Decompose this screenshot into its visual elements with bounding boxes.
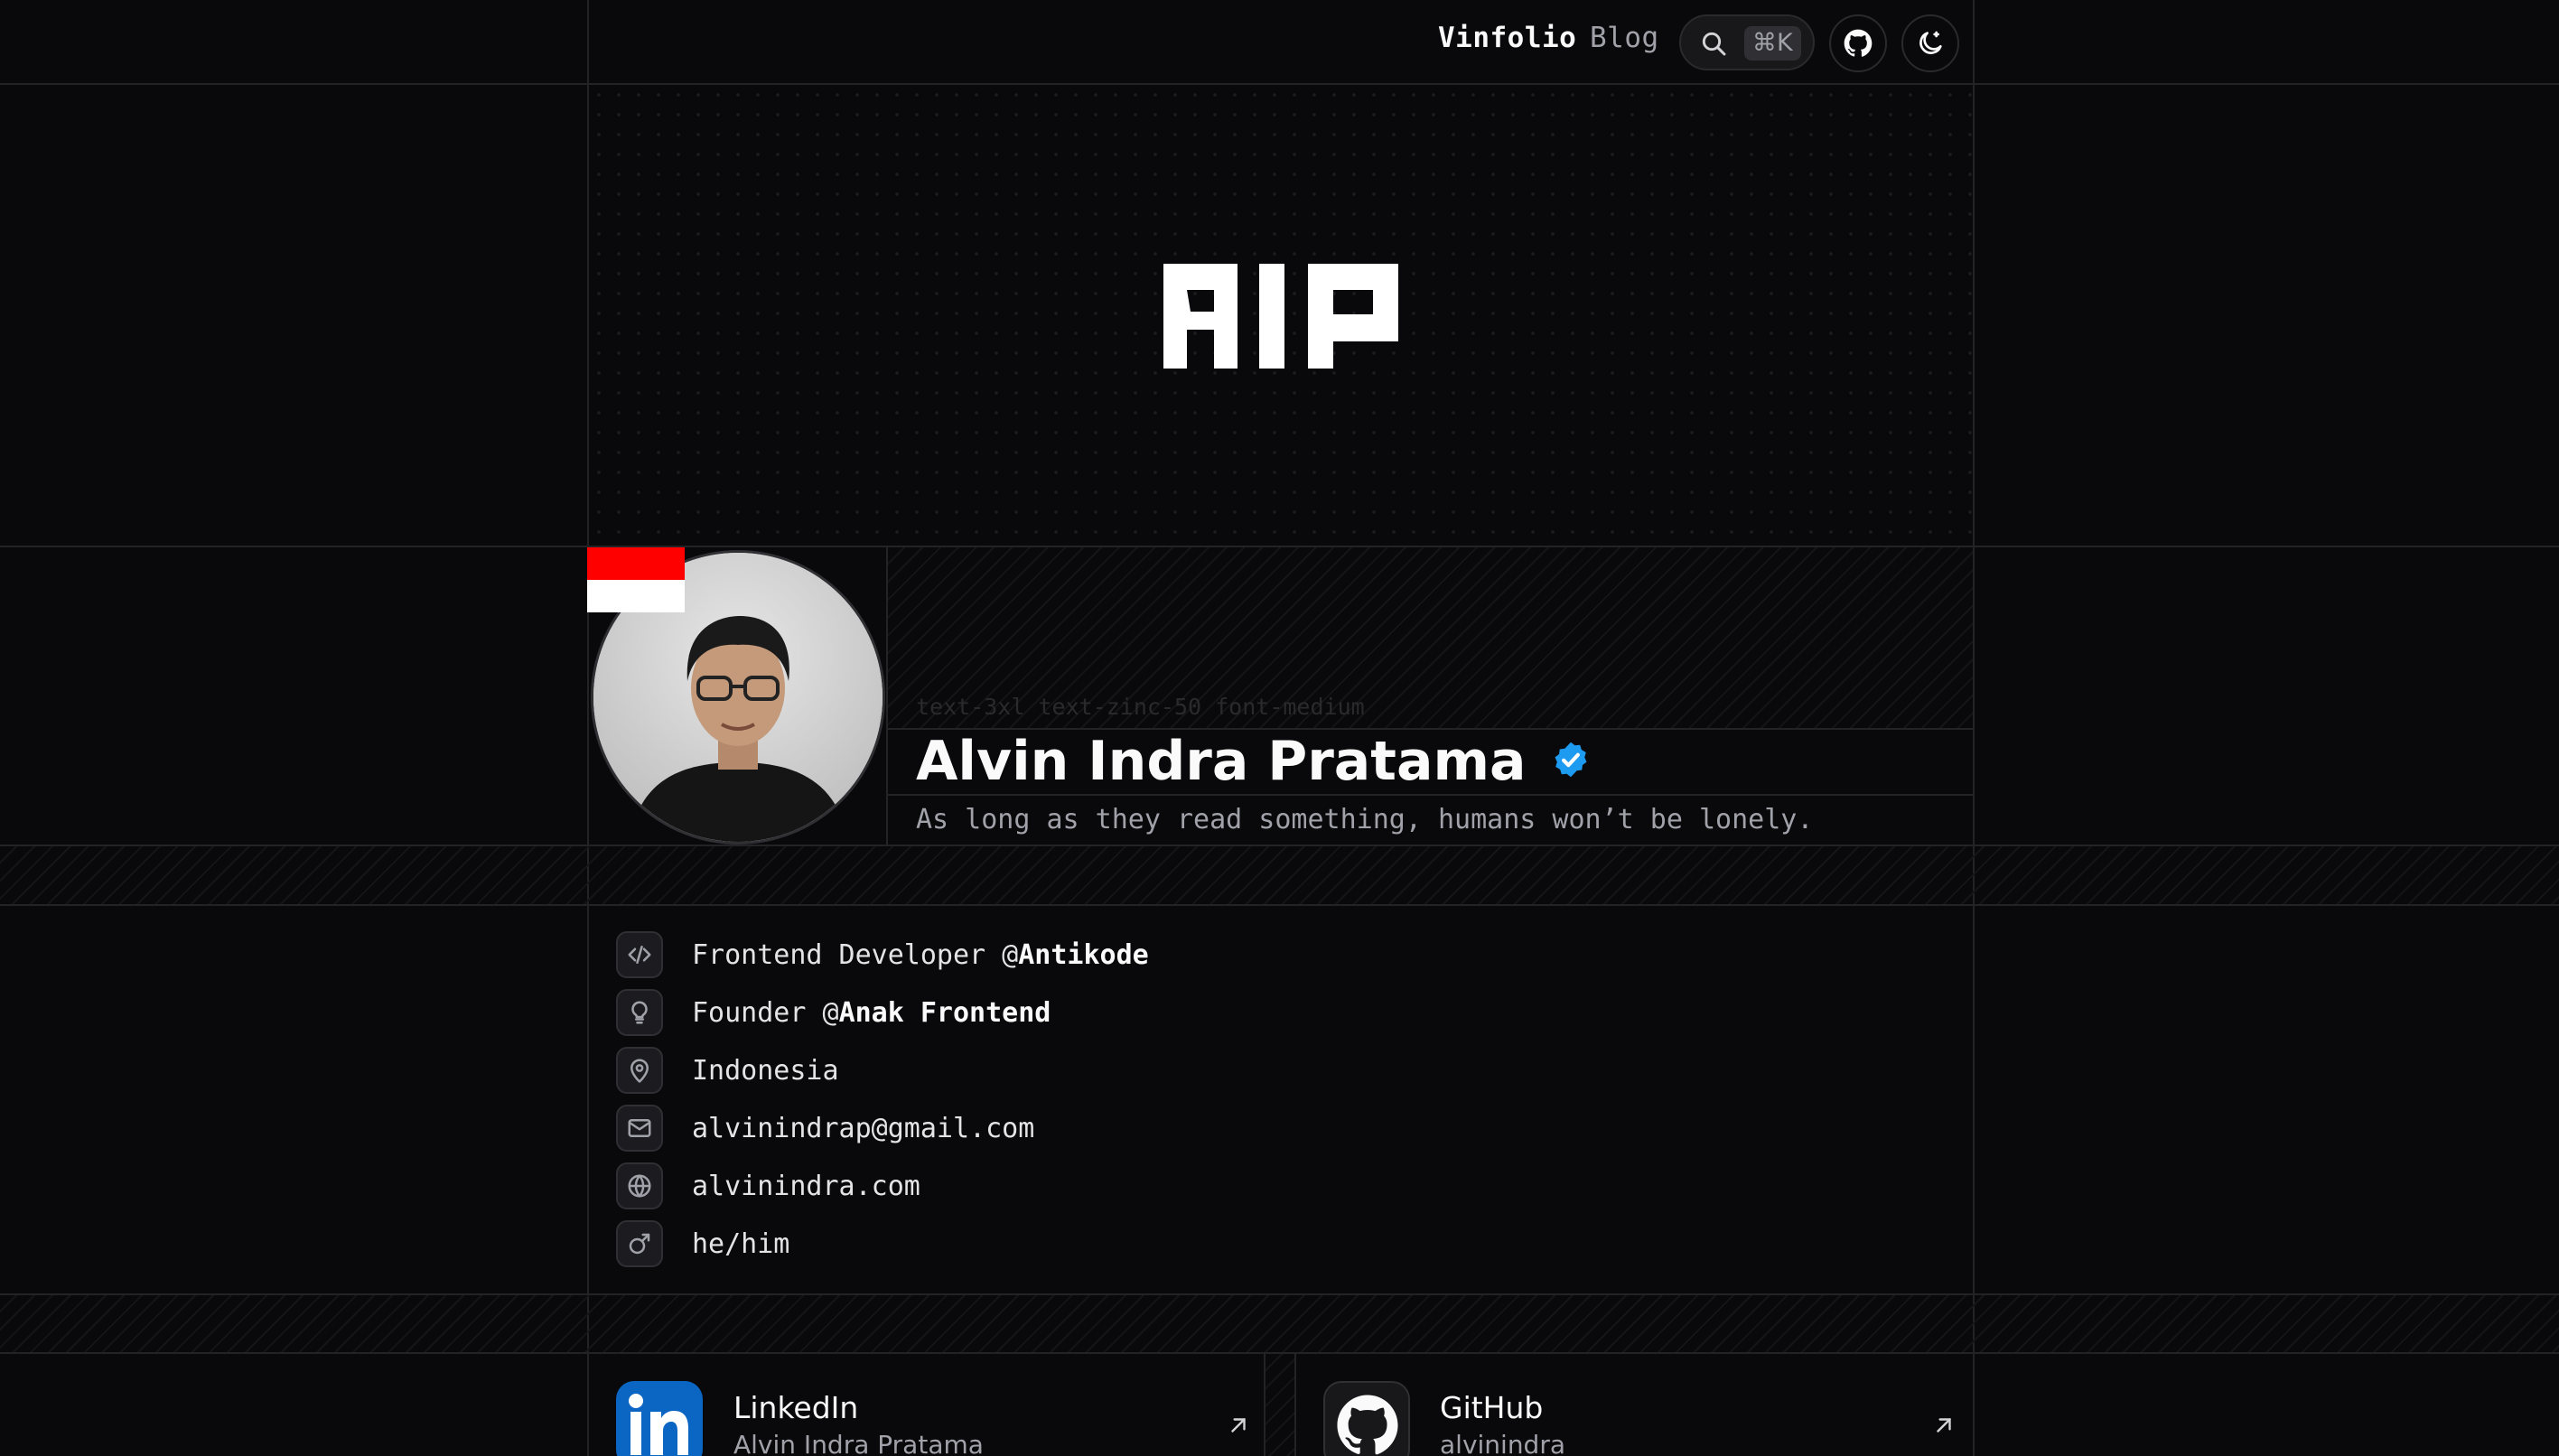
search-icon (1702, 32, 1726, 56)
grid-line-right (1973, 0, 1975, 1456)
info-pronouns-text: he/him (692, 1227, 790, 1260)
info-item-website: alvinindra.com (616, 1162, 920, 1210)
grid-line-band1 (0, 904, 2559, 906)
info-location-text: Indonesia (692, 1054, 839, 1087)
globe-icon (616, 1162, 663, 1209)
github-title: GitHub (1440, 1390, 1544, 1425)
profile-line (888, 794, 1973, 796)
profile-divider (886, 547, 888, 845)
external-link-arrow-icon (1937, 1418, 1951, 1433)
nav-brand-link[interactable]: Vinfolio (1438, 22, 1576, 54)
github-link-button[interactable] (1829, 14, 1887, 72)
info-founder-org-link[interactable]: Anak Frontend (839, 997, 1051, 1029)
info-item-email: alvinindrap@gmail.com (616, 1104, 1034, 1153)
male-icon (616, 1220, 663, 1267)
social-gap-pattern (1265, 1354, 1294, 1456)
github-subtitle: alvinindra (1440, 1430, 1566, 1456)
top-nav: Vinfolio Blog ⌘K (589, 0, 1973, 83)
lightbulb-icon (616, 989, 663, 1036)
logo-mark (1163, 264, 1398, 369)
search-shortcut-badge: ⌘K (1744, 26, 1801, 61)
profile-name-text: Alvin Indra Pratama (916, 730, 1527, 793)
profile-name: Alvin Indra Pratama (916, 730, 1590, 793)
info-item-job: Frontend Developer @Antikode (616, 930, 1149, 979)
info-job-prefix: Frontend Developer @ (692, 938, 1019, 971)
info-job-company-link[interactable]: Antikode (1018, 939, 1149, 971)
divider-band (0, 1295, 2559, 1352)
divider-band (0, 846, 2559, 904)
indonesia-flag-icon (587, 547, 685, 612)
linkedin-icon (616, 1381, 703, 1456)
info-item-founder: Founder @Anak Frontend (616, 988, 1051, 1037)
info-item-location: Indonesia (616, 1046, 839, 1095)
github-card[interactable]: GitHub alvinindra (1296, 1354, 1973, 1456)
info-website-link[interactable]: alvinindra.com (692, 1171, 920, 1202)
info-founder-prefix: Founder @ (692, 996, 839, 1029)
github-icon (1844, 29, 1873, 57)
ghost-class-label: text-3xl text-zinc-50 font-medium (916, 694, 1365, 720)
linkedin-title: LinkedIn (733, 1390, 859, 1425)
search-button[interactable]: ⌘K (1679, 14, 1815, 70)
code-icon (616, 931, 663, 978)
info-email-link[interactable]: alvinindrap@gmail.com (692, 1113, 1034, 1144)
verified-badge-icon (1555, 742, 1587, 778)
linkedin-subtitle: Alvin Indra Pratama (733, 1430, 984, 1456)
external-link-arrow-icon (1231, 1418, 1246, 1433)
theme-toggle-icon (1919, 31, 1942, 54)
hero-logo-text: AIP (589, 85, 590, 86)
nav-blog-link[interactable]: Blog (1590, 22, 1659, 54)
theme-toggle-button[interactable] (1901, 14, 1959, 72)
map-pin-icon (616, 1047, 663, 1094)
info-item-pronouns: he/him (616, 1219, 789, 1268)
hero-banner: AIP (589, 85, 1973, 546)
github-icon (1323, 1381, 1410, 1456)
mail-icon (616, 1105, 663, 1152)
profile-tagline: As long as they read something, humans w… (916, 804, 1814, 835)
linkedin-card[interactable]: LinkedIn Alvin Indra Pratama (589, 1354, 1264, 1456)
